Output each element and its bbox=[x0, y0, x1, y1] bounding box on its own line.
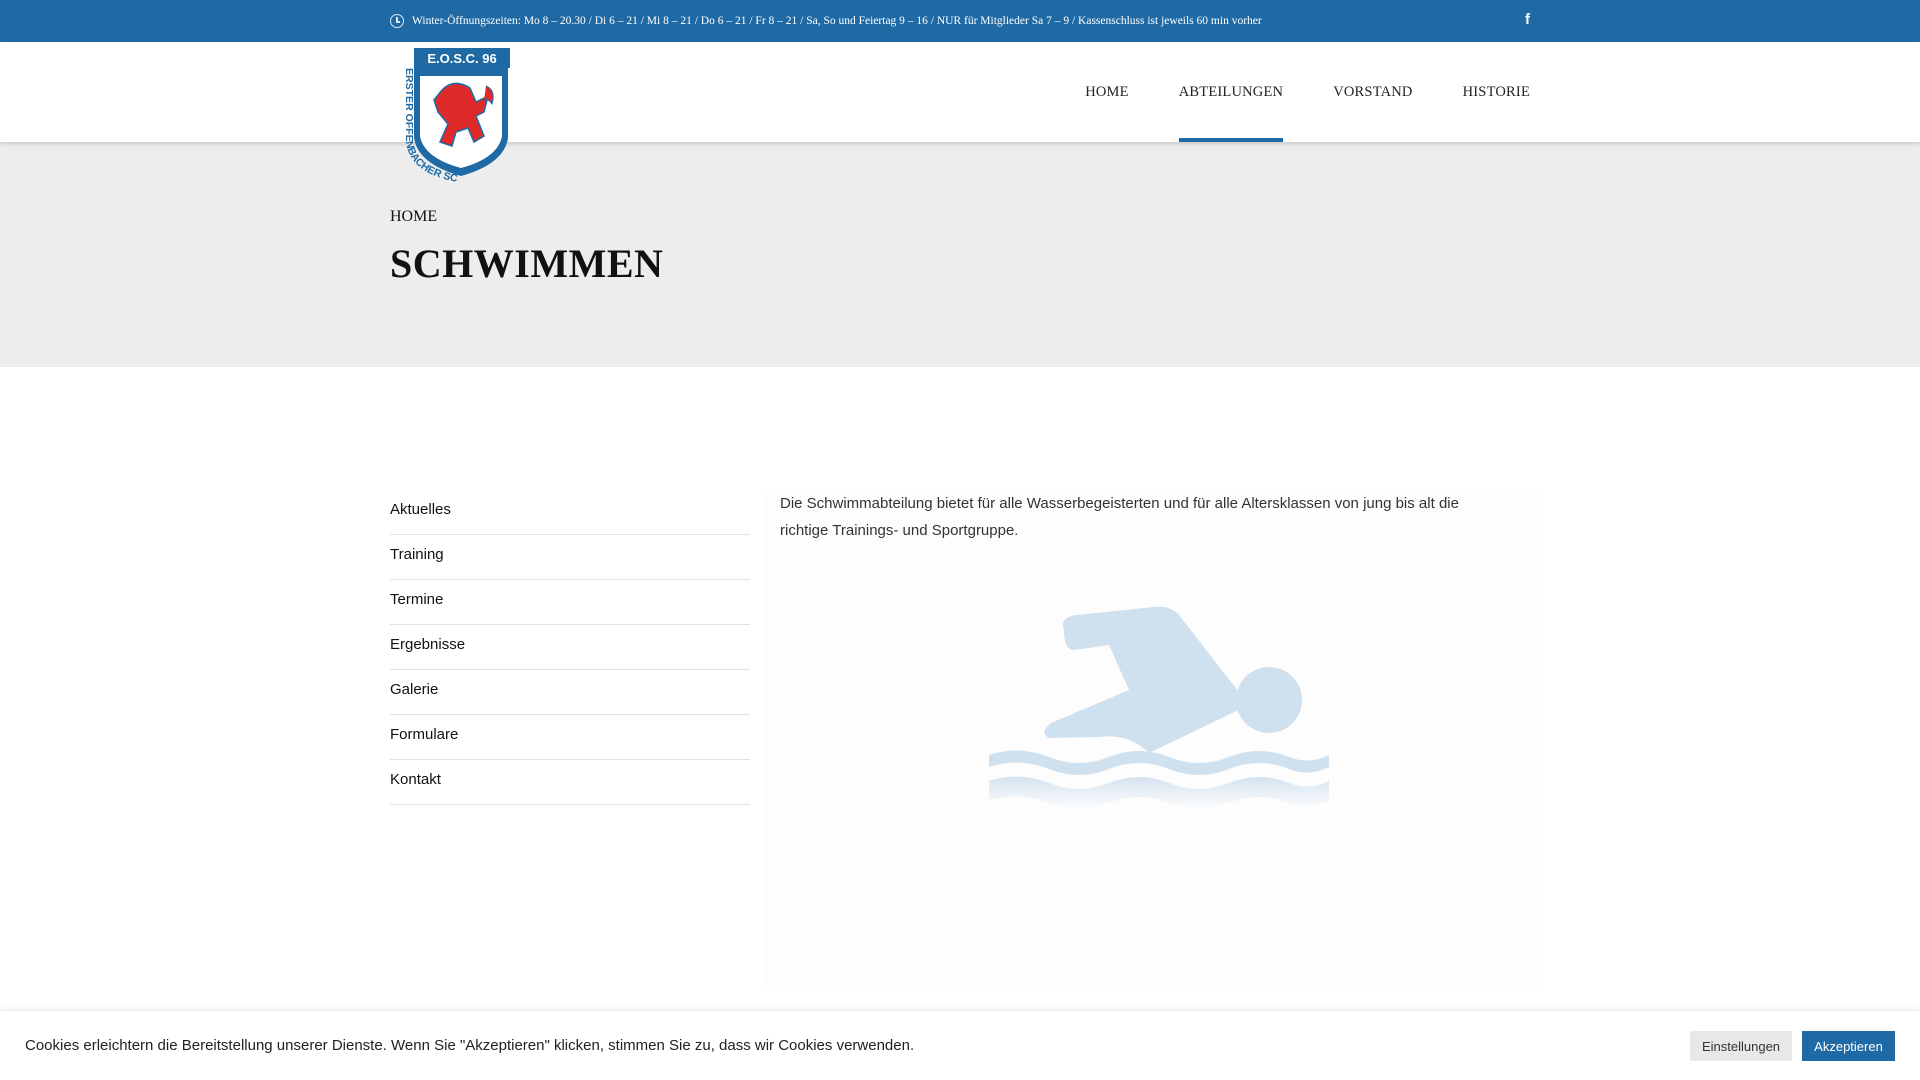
facebook-icon[interactable]: f bbox=[1525, 11, 1530, 28]
club-crest: E.O.S.C. 96 ERSTER OFFENBACHER SCHWIMM-C… bbox=[387, 37, 510, 185]
top-info-bar: Winter-Öffnungszeiten: Mo 8 – 20.30 / Di… bbox=[0, 0, 1920, 42]
sidebar-item-termine[interactable]: Termine bbox=[390, 580, 750, 625]
cookie-banner: Cookies erleichtern die Bereitstellung u… bbox=[0, 1010, 1920, 1080]
opening-hours-text: Winter-Öffnungszeiten: Mo 8 – 20.30 / Di… bbox=[412, 15, 1262, 27]
main-nav: HOME ABTEILUNGEN VORSTAND HISTORIE bbox=[1035, 42, 1530, 142]
logo-top-text: E.O.S.C. 96 bbox=[427, 51, 496, 66]
swimmer-icon bbox=[989, 606, 1329, 809]
clock-icon bbox=[390, 14, 404, 28]
sidebar-item-ergebnisse[interactable]: Ergebnisse bbox=[390, 625, 750, 670]
cookie-accept-button[interactable]: Akzeptieren bbox=[1802, 1031, 1895, 1061]
cookie-settings-button[interactable]: Einstellungen bbox=[1690, 1031, 1792, 1061]
sidebar-item-training[interactable]: Training bbox=[390, 535, 750, 580]
nav-home[interactable]: HOME bbox=[1085, 42, 1129, 142]
logo-eosc[interactable]: E.O.S.C. 96 ERSTER OFFENBACHER SCHWIMM-C… bbox=[387, 37, 530, 186]
nav-vorstand[interactable]: VORSTAND bbox=[1333, 42, 1412, 142]
sidebar-item-formulare[interactable]: Formulare bbox=[390, 715, 750, 760]
site-header: E.O.S.C. 96 ERSTER OFFENBACHER SCHWIMM-C… bbox=[0, 37, 1920, 185]
nav-historie[interactable]: HISTORIE bbox=[1463, 42, 1530, 142]
intro-text: Die Schwimmabteilung bietet für alle Was… bbox=[780, 495, 1459, 539]
cookie-text: Cookies erleichtern die Bereitstellung u… bbox=[25, 1037, 915, 1054]
page-hero: HOME SCHWIMMEN bbox=[0, 142, 1920, 367]
breadcrumb[interactable]: HOME bbox=[390, 208, 437, 226]
sidebar-item-kontakt[interactable]: Kontakt bbox=[390, 760, 750, 805]
section-sidebar-menu: Aktuelles Training Termine Ergebnisse Ga… bbox=[390, 490, 750, 805]
main-content: Die Schwimmabteilung bietet für alle Was… bbox=[764, 490, 1544, 990]
nav-abteilungen[interactable]: ABTEILUNGEN bbox=[1178, 42, 1284, 142]
sidebar-item-aktuelles[interactable]: Aktuelles bbox=[390, 490, 750, 535]
sidebar-item-galerie[interactable]: Galerie bbox=[390, 670, 750, 715]
page-title: SCHWIMMEN bbox=[390, 241, 664, 286]
